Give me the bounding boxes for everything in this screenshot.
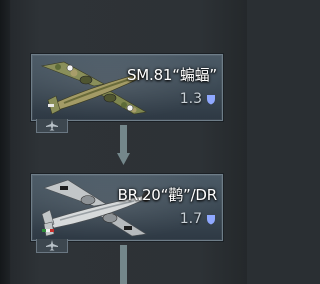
battle-rating: 1.3 (180, 91, 216, 107)
battle-rating-value: 1.3 (179, 91, 202, 107)
vehicle-name: SM.81“蝙蝠” (126, 66, 217, 84)
down-arrow-icon (120, 245, 127, 284)
battle-rating-value: 1.7 (179, 211, 202, 227)
bomber-role-icon (36, 239, 68, 253)
battle-rating-shield-icon (207, 214, 215, 224)
down-arrow-icon (117, 125, 130, 165)
vehicle-name: BR.20“鹳”/DR (117, 186, 218, 204)
vehicle-card-sm81[interactable]: SM.81“蝙蝠” 1.3 (31, 54, 223, 121)
battle-rating: 1.7 (180, 211, 216, 227)
vehicle-card-br20[interactable]: BR.20“鹳”/DR 1.7 (31, 174, 223, 241)
bomber-role-icon (36, 119, 68, 133)
tree-left-edge (0, 0, 10, 284)
battle-rating-shield-icon (207, 94, 215, 104)
